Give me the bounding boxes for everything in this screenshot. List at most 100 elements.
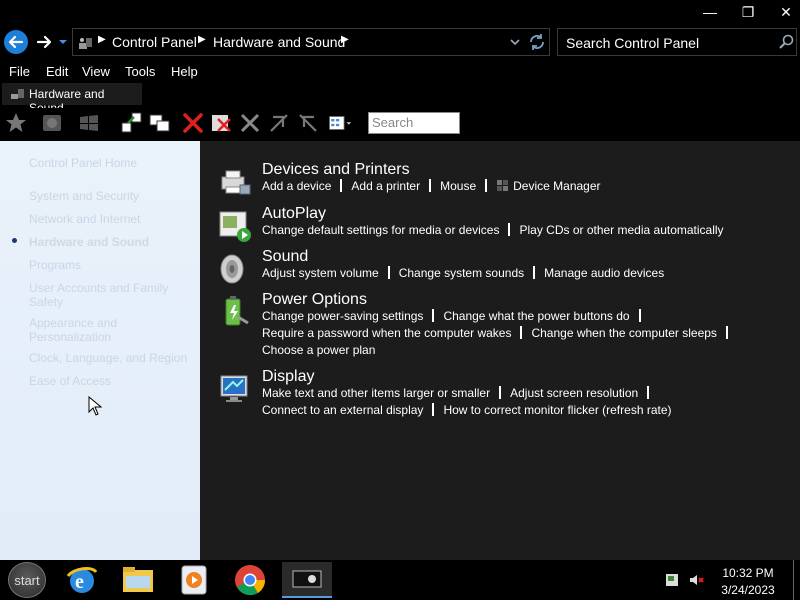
title-bar: — ❐ ✕ [0,0,800,24]
forward-button[interactable] [33,30,55,54]
tab-hardware-and-sound[interactable]: Hardware and Sound [2,83,142,115]
chrome-icon[interactable] [232,562,268,598]
clock-date[interactable]: 3/24/2023 [718,583,778,597]
delete-icon[interactable] [181,111,205,135]
sidebar-item-clock-language-region[interactable]: Clock, Language, and Region [29,351,199,365]
link-adjust-screen-resolution[interactable]: Adjust screen resolution [510,386,638,400]
search-placeholder: Search Control Panel [566,35,700,51]
category-title[interactable]: Display [262,368,314,386]
category-title[interactable]: Devices and Printers [262,161,410,179]
link-change-power-saving-settings[interactable]: Change power-saving settings [262,309,423,323]
toolbar: Search [0,108,800,138]
link-require-password-on-wake[interactable]: Require a password when the computer wak… [262,326,511,340]
sidebar-item-user-accounts[interactable]: User Accounts and Family Safety [29,281,179,309]
volume-muted-icon[interactable] [688,572,704,588]
link-make-text-larger[interactable]: Make text and other items larger or smal… [262,386,490,400]
chevron-down-icon[interactable] [509,36,521,48]
link-choose-power-plan[interactable]: Choose a power plan [262,343,375,357]
search-icon[interactable] [778,34,794,50]
category-links: Change default settings for media or dev… [262,223,724,237]
link-adjust-system-volume[interactable]: Adjust system volume [262,266,379,280]
breadcrumb-separator[interactable]: ▶ [198,34,206,45]
link-device-manager[interactable]: Device Manager [513,179,600,193]
start-button[interactable]: start [8,562,46,598]
back-button[interactable] [4,30,28,54]
internet-explorer-icon[interactable]: e [64,562,100,598]
hardware-sound-icon [11,89,24,99]
address-bar[interactable]: ▶ Control Panel ▶ Hardware and Sound ▶ [72,28,550,56]
category-title[interactable]: AutoPlay [262,205,326,223]
toolbar-search-input[interactable]: Search [368,112,460,134]
category-links: Change power-saving settings Change what … [262,309,650,323]
copy-to-icon[interactable] [148,111,172,135]
undo-icon[interactable] [267,111,291,135]
svg-text:e: e [75,571,84,593]
control-panel-taskbar-button[interactable] [282,562,332,598]
sidebar-item-ease-of-access[interactable]: Ease of Access [29,374,199,388]
minimize-button[interactable]: — [690,0,730,24]
category-links: Require a password when the computer wak… [262,326,737,340]
redo-icon[interactable] [296,111,320,135]
refresh-icon[interactable] [528,33,546,51]
sidebar: Control Panel Home System and Security N… [0,141,200,560]
sidebar-item-hardware-and-sound[interactable]: Hardware and Sound [29,235,199,249]
menu-help[interactable]: Help [171,64,198,79]
clock-time[interactable]: 10:32 PM [718,566,778,580]
navigation-bar: ▶ Control Panel ▶ Hardware and Sound ▶ S… [0,26,800,58]
arrow-left-icon [8,35,24,49]
hardware-sound-icon [79,38,92,49]
breadcrumb-hardware-and-sound[interactable]: Hardware and Sound [213,34,345,50]
shield-icon [497,180,509,191]
link-add-a-printer[interactable]: Add a printer [351,179,420,193]
category-links: Choose a power plan [262,343,375,357]
link-change-power-buttons[interactable]: Change what the power buttons do [443,309,629,323]
link-change-default-settings[interactable]: Change default settings for media or dev… [262,223,499,237]
recent-pages-button[interactable] [58,36,68,48]
view-options-icon[interactable] [328,111,352,135]
action-center-flag-icon[interactable] [664,572,680,588]
sidebar-item-system-and-security[interactable]: System and Security [29,189,199,203]
link-change-system-sounds[interactable]: Change system sounds [399,266,524,280]
restore-button[interactable]: ❐ [728,0,768,24]
link-play-cds-automatically[interactable]: Play CDs or other media automatically [519,223,723,237]
file-explorer-icon[interactable] [120,562,156,598]
breadcrumb-separator[interactable]: ▶ [341,34,349,45]
mouse-cursor-icon [88,396,102,416]
link-add-a-device[interactable]: Add a device [262,179,331,193]
link-mouse[interactable]: Mouse [440,179,476,193]
menu-tools[interactable]: Tools [125,64,155,79]
active-indicator [12,238,17,243]
delete-file-icon[interactable] [210,111,234,135]
history-icon[interactable] [40,111,64,135]
control-panel-icon [292,570,322,588]
favorites-star-icon[interactable] [4,111,28,135]
sidebar-item-network-and-internet[interactable]: Network and Internet [29,212,199,226]
windows-logo-icon[interactable] [77,111,101,135]
search-control-panel-input[interactable]: Search Control Panel [557,28,797,56]
link-change-sleep-time[interactable]: Change when the computer sleeps [531,326,716,340]
cut-icon[interactable] [238,111,262,135]
link-manage-audio-devices[interactable]: Manage audio devices [544,266,664,280]
category-links: Connect to an external display How to cor… [262,403,672,417]
link-connect-external-display[interactable]: Connect to an external display [262,403,423,417]
menu-edit[interactable]: Edit [46,64,68,79]
close-button[interactable]: ✕ [766,0,800,24]
sidebar-item-programs[interactable]: Programs [29,258,199,272]
category-links: Adjust system volume Change system sounds… [262,266,664,280]
breadcrumb-separator[interactable]: ▶ [98,34,106,45]
category-title[interactable]: Power Options [262,291,367,309]
monitor-icon [220,375,248,402]
show-desktop-button[interactable] [793,560,794,600]
move-to-icon[interactable] [120,111,144,135]
link-correct-monitor-flicker[interactable]: How to correct monitor flicker (refresh … [443,403,671,417]
breadcrumb-control-panel[interactable]: Control Panel [112,34,197,50]
menu-file[interactable]: File [9,64,30,79]
sidebar-item-appearance[interactable]: Appearance and Personalization [29,316,159,344]
category-links: Add a device Add a printer Mouse Device Man… [262,179,601,193]
category-links: Make text and other items larger or smal… [262,386,658,400]
sidebar-item-control-panel-home[interactable]: Control Panel Home [29,156,199,170]
menu-view[interactable]: View [82,64,110,79]
speaker-icon [220,254,244,284]
media-player-icon[interactable] [176,562,212,598]
category-title[interactable]: Sound [262,248,308,266]
